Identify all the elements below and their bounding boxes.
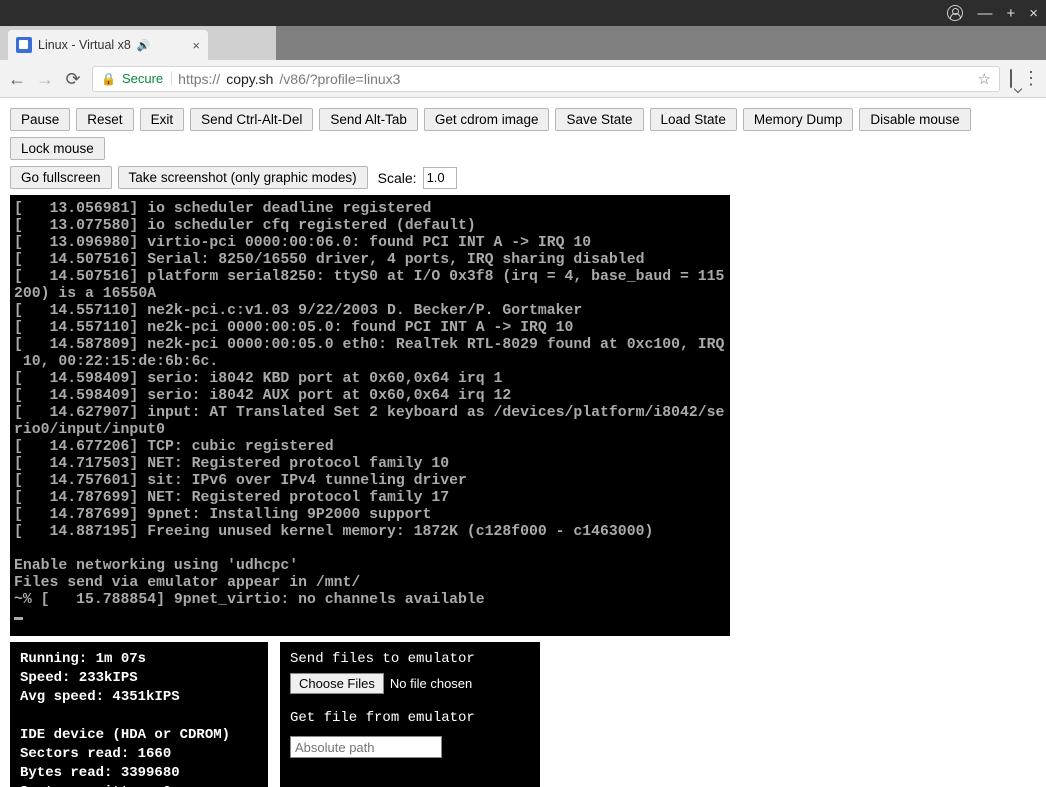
- menu-icon[interactable]: ⋮: [1022, 68, 1038, 89]
- stat-speed: Speed: 233kIPS: [20, 669, 258, 688]
- secure-label: Secure: [122, 71, 172, 86]
- choose-files-button[interactable]: Choose Files: [290, 673, 384, 694]
- stats-panel: Running: 1m 07s Speed: 233kIPS Avg speed…: [10, 642, 268, 787]
- file-chosen-status: No file chosen: [390, 676, 472, 691]
- get-cdrom-button[interactable]: Get cdrom image: [424, 108, 550, 131]
- stat-running: Running: 1m 07s: [20, 650, 258, 669]
- save-state-button[interactable]: Save State: [555, 108, 643, 131]
- stat-sectors-written: Sectors written: 0: [20, 783, 258, 787]
- minimize-button[interactable]: —: [977, 6, 992, 21]
- emulator-toolbar-row2: Go fullscreen Take screenshot (only grap…: [10, 166, 1036, 189]
- send-ctrl-alt-del-button[interactable]: Send Ctrl-Alt-Del: [190, 108, 313, 131]
- reload-button[interactable]: ⟳: [64, 70, 82, 88]
- url-path: /v86/?profile=linux3: [279, 71, 400, 87]
- url-host: copy.sh: [226, 71, 273, 87]
- url-scheme: https://: [178, 71, 220, 87]
- reset-button[interactable]: Reset: [76, 108, 133, 131]
- stat-bytes-read: Bytes read: 3399680: [20, 764, 258, 783]
- forward-button: →: [36, 70, 54, 88]
- window-titlebar: — + ×: [0, 0, 1046, 26]
- send-files-header: Send files to emulator: [290, 650, 530, 669]
- back-button[interactable]: ←: [8, 70, 26, 88]
- disable-mouse-button[interactable]: Disable mouse: [859, 108, 970, 131]
- absolute-path-input[interactable]: [290, 736, 442, 758]
- fullscreen-button[interactable]: Go fullscreen: [10, 166, 112, 189]
- scale-input[interactable]: [423, 167, 457, 189]
- maximize-button[interactable]: +: [1006, 6, 1015, 21]
- browser-tabstrip: Linux - Virtual x8 🔊 ×: [0, 26, 1046, 60]
- user-icon[interactable]: [947, 5, 963, 21]
- emulator-terminal[interactable]: [ 13.056981] io scheduler deadline regis…: [10, 195, 730, 636]
- tab-close-icon[interactable]: ×: [192, 38, 200, 53]
- chat-icon[interactable]: [1010, 70, 1012, 88]
- browser-tab-active[interactable]: Linux - Virtual x8 🔊 ×: [8, 30, 208, 60]
- get-file-header: Get file from emulator: [290, 709, 530, 728]
- lock-mouse-button[interactable]: Lock mouse: [10, 137, 105, 160]
- stat-sectors-read: Sectors read: 1660: [20, 745, 258, 764]
- stat-avg-speed: Avg speed: 4351kIPS: [20, 688, 258, 707]
- memory-dump-button[interactable]: Memory Dump: [743, 108, 854, 131]
- bottom-panels: Running: 1m 07s Speed: 233kIPS Avg speed…: [10, 642, 1036, 787]
- emulator-toolbar-row1: Pause Reset Exit Send Ctrl-Alt-Del Send …: [10, 108, 1036, 160]
- lock-icon: 🔒: [101, 72, 116, 86]
- stat-ide-header: IDE device (HDA or CDROM): [20, 726, 258, 745]
- window-close-button[interactable]: ×: [1029, 6, 1038, 21]
- exit-button[interactable]: Exit: [140, 108, 185, 131]
- tab-audio-icon[interactable]: 🔊: [137, 39, 151, 52]
- bookmark-star-icon[interactable]: ☆: [978, 70, 991, 88]
- browser-toolbar: ← → ⟳ 🔒 Secure https:// copy.sh/v86/?prof…: [0, 60, 1046, 98]
- pause-button[interactable]: Pause: [10, 108, 70, 131]
- tab-title: Linux - Virtual x8: [38, 38, 131, 52]
- scale-label: Scale:: [378, 170, 417, 186]
- screenshot-button[interactable]: Take screenshot (only graphic modes): [118, 166, 368, 189]
- page-content: Pause Reset Exit Send Ctrl-Alt-Del Send …: [0, 98, 1046, 787]
- send-alt-tab-button[interactable]: Send Alt-Tab: [319, 108, 418, 131]
- tab-favicon: [16, 37, 32, 53]
- load-state-button[interactable]: Load State: [650, 108, 737, 131]
- address-bar[interactable]: 🔒 Secure https:// copy.sh/v86/?profile=li…: [92, 66, 1000, 92]
- files-panel: Send files to emulator Choose Files No fi…: [280, 642, 540, 787]
